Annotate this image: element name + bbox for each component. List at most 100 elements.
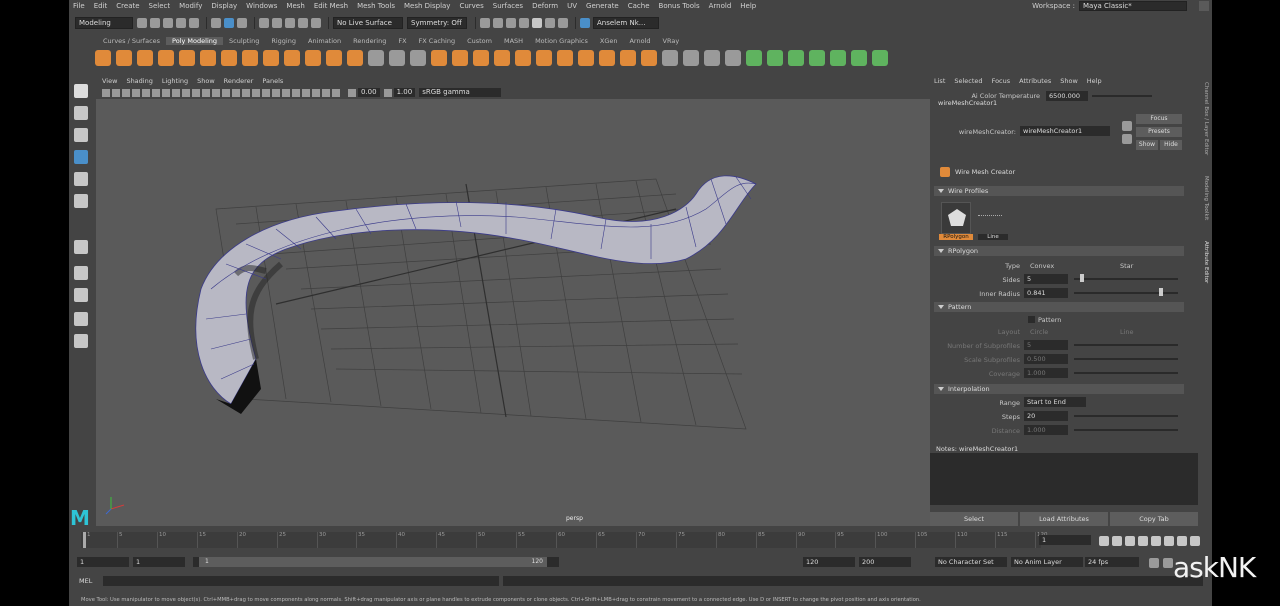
target-weld-icon[interactable]: [683, 50, 699, 66]
four-view-icon[interactable]: [74, 288, 88, 302]
live-surface-field[interactable]: No Live Surface: [333, 17, 403, 29]
color-temp-field[interactable]: 6500.000: [1046, 91, 1088, 101]
xray-joints-icon[interactable]: [322, 88, 330, 97]
select-component-icon[interactable]: [237, 18, 247, 28]
sides-slider[interactable]: [1074, 278, 1178, 280]
menu-arnold[interactable]: Arnold: [709, 2, 732, 10]
node-tab[interactable]: wireMeshCreator1: [938, 99, 997, 107]
open-scene-icon[interactable]: [150, 18, 160, 28]
shelf-tab-animation[interactable]: Animation: [302, 37, 347, 45]
viewport-menu-lighting[interactable]: Lighting: [162, 77, 188, 85]
spherical-map-icon[interactable]: [788, 50, 804, 66]
scale-tool-icon[interactable]: [74, 194, 88, 208]
current-frame-field[interactable]: 1: [1039, 535, 1091, 545]
planar-map-icon[interactable]: [746, 50, 762, 66]
grid-toggle-icon[interactable]: [142, 88, 150, 97]
side-tab-channel-box[interactable]: Channel Box / Layer Editor: [1203, 82, 1209, 155]
layout-line-radio[interactable]: Line: [1120, 328, 1134, 336]
uv-editor-icon[interactable]: [851, 50, 867, 66]
render-view-icon[interactable]: [480, 18, 490, 28]
shelf-tab-custom[interactable]: Custom: [461, 37, 498, 45]
copy-tab-button[interactable]: Copy Tab: [1110, 512, 1198, 526]
ipr-render-icon[interactable]: [506, 18, 516, 28]
coverage-slider[interactable]: [1074, 372, 1178, 374]
play-backwards-icon[interactable]: [1138, 536, 1148, 546]
menu-mesh-display[interactable]: Mesh Display: [404, 2, 450, 10]
poly-disc-icon[interactable]: [221, 50, 237, 66]
poly-pipe-icon[interactable]: [263, 50, 279, 66]
anti-aliasing-icon[interactable]: [292, 88, 300, 97]
shelf-tab-fx-caching[interactable]: FX Caching: [413, 37, 462, 45]
playback-start-field[interactable]: 1: [133, 557, 185, 567]
scale-subprofiles-field[interactable]: 0.500: [1024, 354, 1068, 364]
poly-helix-icon[interactable]: [284, 50, 300, 66]
camera-attributes-icon[interactable]: [112, 88, 120, 97]
field-chart-icon[interactable]: [182, 88, 190, 97]
poly-sphere-icon[interactable]: [95, 50, 111, 66]
combine-icon[interactable]: [368, 50, 384, 66]
lights-icon[interactable]: [252, 88, 260, 97]
ae-menu-attributes[interactable]: Attributes: [1019, 77, 1051, 85]
ae-menu-focus[interactable]: Focus: [992, 77, 1011, 85]
textured-icon[interactable]: [242, 88, 250, 97]
distance-slider[interactable]: [1074, 429, 1178, 431]
ae-menu-show[interactable]: Show: [1060, 77, 1078, 85]
extrude-icon[interactable]: [473, 50, 489, 66]
snap-view-icon[interactable]: [298, 18, 308, 28]
xray-components-icon[interactable]: [332, 88, 340, 97]
hide-button[interactable]: Hide: [1160, 140, 1182, 150]
last-tool-icon[interactable]: [74, 240, 88, 254]
steps-slider[interactable]: [1074, 415, 1178, 417]
auto-map-icon[interactable]: [809, 50, 825, 66]
select-camera-icon[interactable]: [102, 88, 110, 97]
fill-hole-icon[interactable]: [536, 50, 552, 66]
output-connection-icon[interactable]: [1122, 134, 1132, 144]
snap-curve-icon[interactable]: [272, 18, 282, 28]
time-ruler[interactable]: 1 5 10 15 20 25 30 35 40 45 50 55 60 65 70 75 80 85 90 95 10…: [81, 532, 1048, 548]
rotate-tool-icon[interactable]: [74, 172, 88, 186]
sides-slider-handle[interactable]: [1080, 274, 1085, 282]
side-tab-modeling-toolkit[interactable]: Modeling Toolkit: [1203, 176, 1209, 220]
3d-viewport[interactable]: persp: [96, 99, 992, 526]
isolate-select-icon[interactable]: [302, 88, 310, 97]
viewport-menu-panels[interactable]: Panels: [262, 77, 283, 85]
bridge-icon[interactable]: [494, 50, 510, 66]
persp-outliner-icon[interactable]: [74, 312, 88, 326]
collapse-icon[interactable]: [599, 50, 615, 66]
type-convex-radio[interactable]: Convex: [1030, 262, 1054, 270]
menu-surfaces[interactable]: Surfaces: [493, 2, 523, 10]
workspace-lock-icon[interactable]: [1199, 1, 1209, 11]
color-temp-slider[interactable]: [1092, 95, 1152, 97]
select-tool-icon[interactable]: [74, 84, 88, 98]
bookmark-icon[interactable]: [122, 88, 130, 97]
menu-mesh[interactable]: Mesh: [286, 2, 304, 10]
loop-icon[interactable]: [1149, 558, 1159, 568]
svg-icon[interactable]: [347, 50, 363, 66]
section-interpolation[interactable]: Interpolation: [934, 384, 1184, 394]
image-plane-icon[interactable]: [132, 88, 140, 97]
menu-edit[interactable]: Edit: [94, 2, 108, 10]
viewport-menu-show[interactable]: Show: [197, 77, 215, 85]
distance-field[interactable]: 1.000: [1024, 425, 1068, 435]
num-subprofiles-slider[interactable]: [1074, 344, 1178, 346]
shelf-tab-mash[interactable]: MASH: [498, 37, 529, 45]
workspace-dropdown[interactable]: Maya Classic*: [1079, 1, 1187, 11]
load-attributes-button[interactable]: Load Attributes: [1020, 512, 1108, 526]
ae-menu-list[interactable]: List: [934, 77, 945, 85]
redo-icon[interactable]: [189, 18, 199, 28]
xray-icon[interactable]: [312, 88, 320, 97]
input-connection-icon[interactable]: [1122, 121, 1132, 131]
show-button[interactable]: Show: [1136, 140, 1158, 150]
snap-surface-icon[interactable]: [311, 18, 321, 28]
shelf-tab-poly-modeling[interactable]: Poly Modeling: [166, 37, 223, 45]
menu-windows[interactable]: Windows: [246, 2, 277, 10]
shelf-tab-sculpting[interactable]: Sculpting: [223, 37, 265, 45]
safe-title-icon[interactable]: [202, 88, 210, 97]
outliner-icon[interactable]: [74, 334, 88, 348]
render-settings-icon[interactable]: [519, 18, 529, 28]
wireframe-icon[interactable]: [212, 88, 220, 97]
undo-icon[interactable]: [176, 18, 186, 28]
motion-blur-icon[interactable]: [282, 88, 290, 97]
go-to-end-icon[interactable]: [1190, 536, 1200, 546]
color-space-dropdown[interactable]: sRGB gamma: [419, 88, 502, 97]
